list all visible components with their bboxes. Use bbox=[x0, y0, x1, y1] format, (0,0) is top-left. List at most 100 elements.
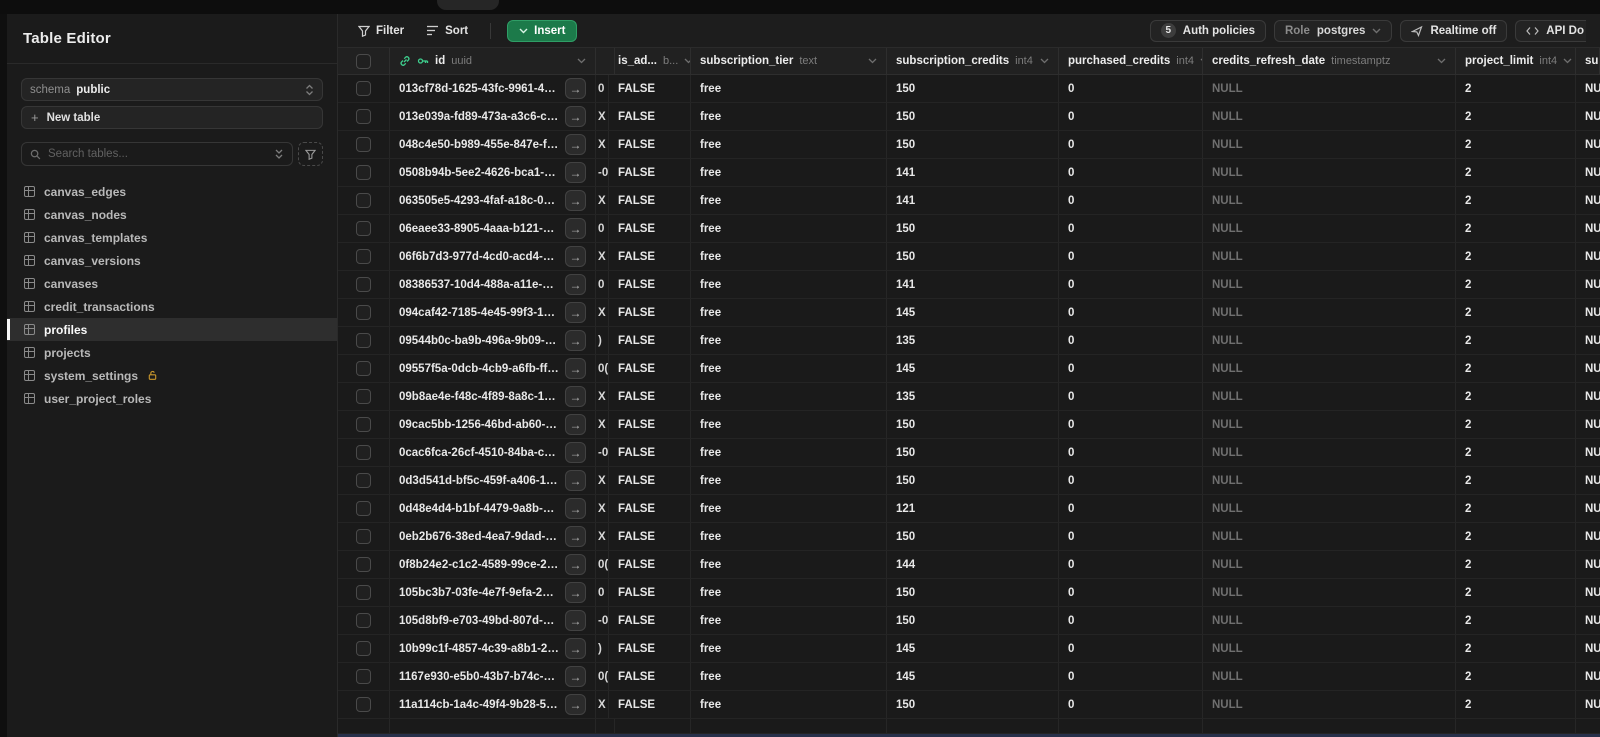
expand-row-button[interactable]: → bbox=[565, 218, 586, 239]
cell-is-admin[interactable]: FALSE bbox=[609, 271, 691, 298]
cell-credits-refresh-date[interactable]: NULL bbox=[1203, 691, 1456, 718]
chevron-down-icon[interactable] bbox=[1563, 58, 1572, 64]
cell-id[interactable]: 09cac5bb-1256-46bd-ab60-64ed... → bbox=[390, 411, 596, 438]
cell-is-admin[interactable]: FALSE bbox=[609, 523, 691, 550]
row-checkbox[interactable] bbox=[356, 613, 371, 628]
cell-su-clipped[interactable]: NU bbox=[1576, 551, 1600, 578]
expand-row-button[interactable]: → bbox=[565, 302, 586, 323]
cell-purchased-credits[interactable]: 0 bbox=[1059, 75, 1203, 102]
cell-su-clipped[interactable]: NU bbox=[1576, 467, 1600, 494]
cell-project-limit[interactable]: 2 bbox=[1456, 215, 1576, 242]
cell-id[interactable]: 0d3d541d-bf5c-459f-a406-16b93... → bbox=[390, 467, 596, 494]
cell-is-admin[interactable]: FALSE bbox=[609, 215, 691, 242]
cell-is-admin[interactable]: FALSE bbox=[609, 159, 691, 186]
cell-clipped[interactable]: 0( bbox=[596, 355, 609, 382]
cell-id[interactable]: 094caf42-7185-4e45-99f3-14abee... → bbox=[390, 299, 596, 326]
cell-is-admin[interactable]: FALSE bbox=[609, 467, 691, 494]
sidebar-item-user_project_roles[interactable]: user_project_roles bbox=[7, 387, 337, 410]
cell-subscription-credits[interactable]: 121 bbox=[887, 495, 1059, 522]
sort-button[interactable]: Sort bbox=[420, 21, 474, 41]
cell-project-limit[interactable]: 2 bbox=[1456, 551, 1576, 578]
cell-subscription-tier[interactable]: free bbox=[691, 467, 887, 494]
cell-subscription-credits[interactable]: 150 bbox=[887, 215, 1059, 242]
cell-project-limit[interactable]: 2 bbox=[1456, 635, 1576, 662]
api-docs-button[interactable]: API Do bbox=[1515, 19, 1586, 42]
cell-purchased-credits[interactable]: 0 bbox=[1059, 495, 1203, 522]
cell-id[interactable]: 06f6b7d3-977d-4cd0-acd4-4a78... → bbox=[390, 243, 596, 270]
expand-row-button[interactable]: → bbox=[565, 274, 586, 295]
row-checkbox[interactable] bbox=[356, 501, 371, 516]
cell-credits-refresh-date[interactable]: NULL bbox=[1203, 327, 1456, 354]
sidebar-item-canvas_templates[interactable]: canvas_templates bbox=[7, 226, 337, 249]
row-checkbox[interactable] bbox=[356, 193, 371, 208]
cell-subscription-tier[interactable]: free bbox=[691, 383, 887, 410]
cell-is-admin[interactable]: FALSE bbox=[609, 691, 691, 718]
cell-clipped[interactable]: X bbox=[596, 523, 609, 550]
cell-project-limit[interactable]: 2 bbox=[1456, 75, 1576, 102]
cell-su-clipped[interactable]: NU bbox=[1576, 523, 1600, 550]
cell-su-clipped[interactable]: NU bbox=[1576, 103, 1600, 130]
cell-clipped[interactable]: 0 bbox=[596, 215, 609, 242]
chevron-down-icon[interactable] bbox=[577, 58, 586, 64]
cell-clipped[interactable]: X bbox=[596, 243, 609, 270]
cell-subscription-credits[interactable]: 145 bbox=[887, 663, 1059, 690]
cell-subscription-credits[interactable]: 150 bbox=[887, 243, 1059, 270]
cell-su-clipped[interactable]: NU bbox=[1576, 243, 1600, 270]
cell-id[interactable]: 11a114cb-1a4c-49f4-9b28-52219ec... → bbox=[390, 691, 596, 718]
cell-subscription-tier[interactable]: free bbox=[691, 243, 887, 270]
cell-credits-refresh-date[interactable]: NULL bbox=[1203, 635, 1456, 662]
cell-is-admin[interactable]: FALSE bbox=[609, 131, 691, 158]
cell-id[interactable]: 1167e930-e5b0-43b7-b74c-788c9... → bbox=[390, 663, 596, 690]
cell-is-admin[interactable]: FALSE bbox=[609, 383, 691, 410]
chevrons-collapse-icon[interactable] bbox=[274, 148, 284, 160]
expand-row-button[interactable]: → bbox=[565, 162, 586, 183]
cell-purchased-credits[interactable]: 0 bbox=[1059, 187, 1203, 214]
cell-subscription-credits[interactable]: 150 bbox=[887, 411, 1059, 438]
cell-clipped[interactable]: X bbox=[596, 411, 609, 438]
cell-clipped[interactable]: X bbox=[596, 299, 609, 326]
cell-project-limit[interactable]: 2 bbox=[1456, 411, 1576, 438]
cell-project-limit[interactable]: 2 bbox=[1456, 439, 1576, 466]
cell-id[interactable]: 0cac6fca-26cf-4510-84ba-c4580... → bbox=[390, 439, 596, 466]
cell-subscription-tier[interactable]: free bbox=[691, 355, 887, 382]
cell-id[interactable]: 08386537-10d4-488a-a11e-eb5a6... → bbox=[390, 271, 596, 298]
cell-credits-refresh-date[interactable]: NULL bbox=[1203, 355, 1456, 382]
cell-is-admin[interactable]: FALSE bbox=[609, 355, 691, 382]
cell-credits-refresh-date[interactable]: NULL bbox=[1203, 243, 1456, 270]
cell-subscription-tier[interactable]: free bbox=[691, 495, 887, 522]
cell-purchased-credits[interactable]: 0 bbox=[1059, 103, 1203, 130]
cell-subscription-credits[interactable]: 150 bbox=[887, 579, 1059, 606]
row-checkbox[interactable] bbox=[356, 669, 371, 684]
cell-credits-refresh-date[interactable]: NULL bbox=[1203, 411, 1456, 438]
expand-row-button[interactable]: → bbox=[565, 638, 586, 659]
cell-su-clipped[interactable]: NU bbox=[1576, 495, 1600, 522]
cell-purchased-credits[interactable]: 0 bbox=[1059, 411, 1203, 438]
cell-subscription-tier[interactable]: free bbox=[691, 131, 887, 158]
cell-purchased-credits[interactable]: 0 bbox=[1059, 607, 1203, 634]
sidebar-item-canvas_nodes[interactable]: canvas_nodes bbox=[7, 203, 337, 226]
cell-credits-refresh-date[interactable]: NULL bbox=[1203, 551, 1456, 578]
cell-clipped[interactable]: 0( bbox=[596, 663, 609, 690]
expand-row-button[interactable]: → bbox=[565, 610, 586, 631]
column-header-is-admin[interactable]: is_ad... b... bbox=[609, 48, 691, 74]
column-header-subscription-tier[interactable]: subscription_tier text bbox=[691, 48, 887, 74]
row-checkbox[interactable] bbox=[356, 249, 371, 264]
cell-subscription-credits[interactable]: 144 bbox=[887, 551, 1059, 578]
cell-purchased-credits[interactable]: 0 bbox=[1059, 299, 1203, 326]
cell-su-clipped[interactable]: NU bbox=[1576, 635, 1600, 662]
cell-is-admin[interactable]: FALSE bbox=[609, 439, 691, 466]
cell-id[interactable]: 105d8bf9-e703-49bd-807d-645e... → bbox=[390, 607, 596, 634]
chevron-down-icon[interactable] bbox=[868, 58, 877, 64]
insert-button[interactable]: Insert bbox=[507, 19, 578, 42]
cell-subscription-credits[interactable]: 150 bbox=[887, 467, 1059, 494]
cell-is-admin[interactable]: FALSE bbox=[609, 551, 691, 578]
cell-is-admin[interactable]: FALSE bbox=[609, 607, 691, 634]
expand-row-button[interactable]: → bbox=[565, 554, 586, 575]
cell-clipped[interactable]: X bbox=[596, 131, 609, 158]
row-checkbox[interactable] bbox=[356, 529, 371, 544]
cell-id[interactable]: 10b99c1f-4857-4c39-a8b1-263b8... → bbox=[390, 635, 596, 662]
cell-credits-refresh-date[interactable]: NULL bbox=[1203, 187, 1456, 214]
cell-credits-refresh-date[interactable]: NULL bbox=[1203, 159, 1456, 186]
cell-project-limit[interactable]: 2 bbox=[1456, 579, 1576, 606]
cell-id[interactable]: 048c4e50-b989-455e-847e-fb2f... → bbox=[390, 131, 596, 158]
